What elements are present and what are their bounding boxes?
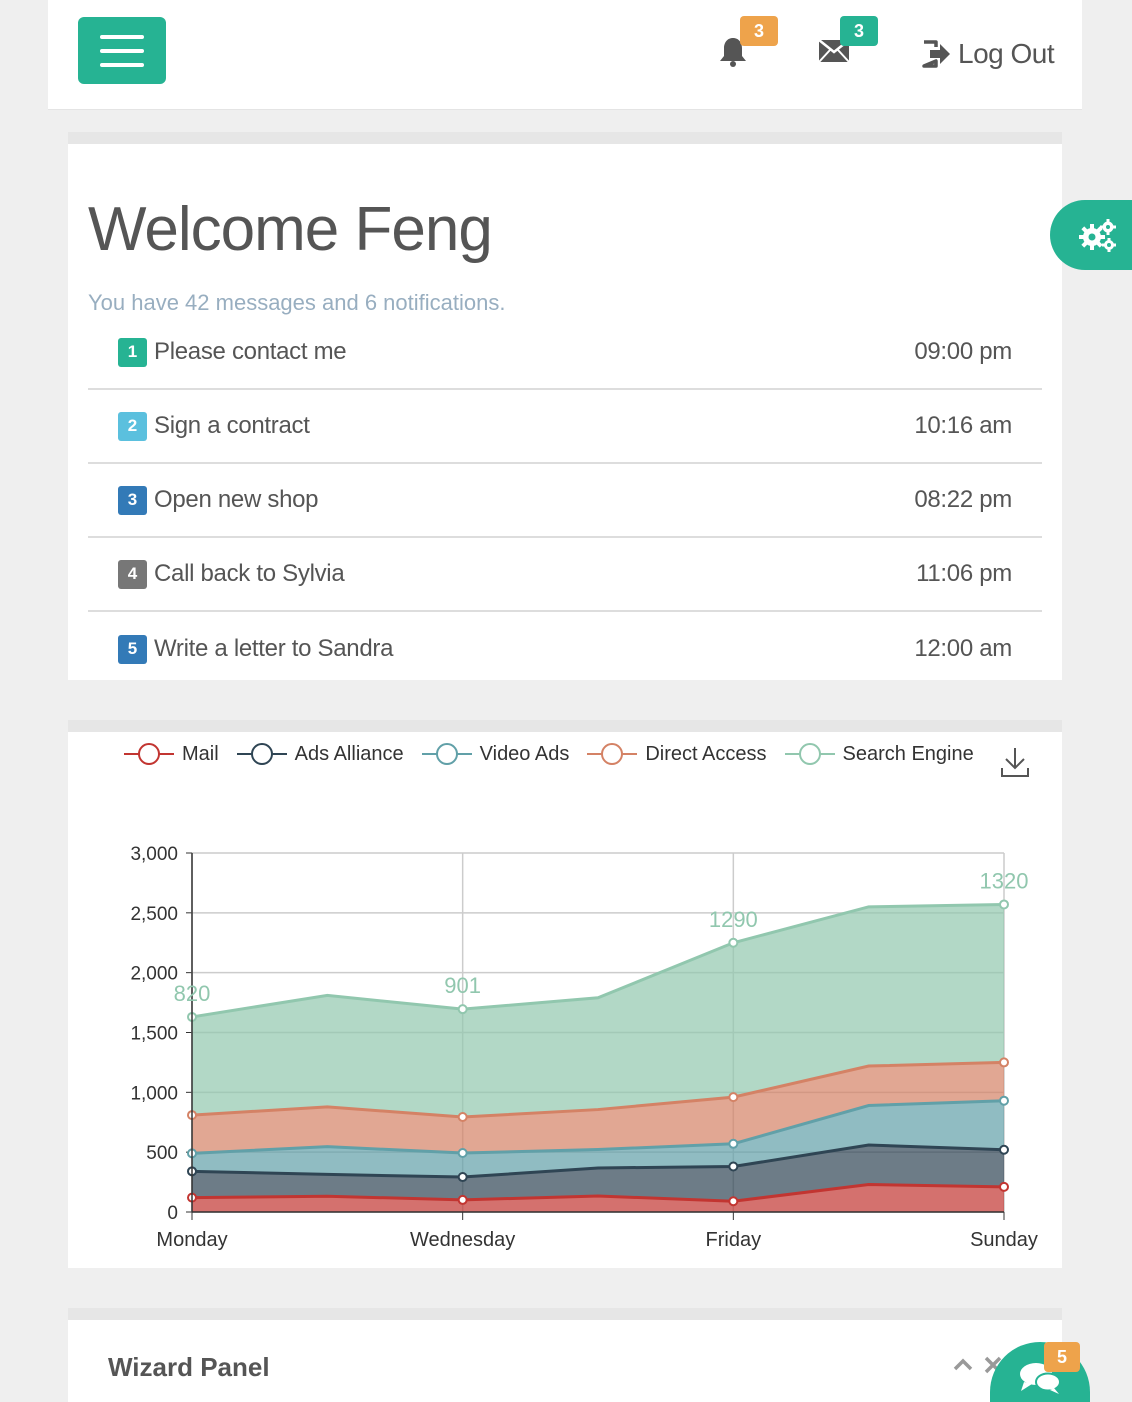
y-tick-label: 1,000 bbox=[130, 1083, 178, 1104]
logout-label: Log Out bbox=[958, 38, 1055, 69]
x-tick-label: Wednesday bbox=[410, 1229, 515, 1251]
task-text: Please contact me bbox=[154, 338, 347, 365]
y-tick-label: 3,000 bbox=[130, 844, 178, 865]
traffic-chart-panel: Mail Ads Alliance Video Ads Direct Acces… bbox=[68, 720, 1062, 1268]
task-item[interactable]: 4 Call back to Sylvia 11:06 pm bbox=[88, 538, 1042, 612]
sign-out-icon bbox=[922, 40, 950, 68]
y-tick-label: 0 bbox=[167, 1203, 178, 1224]
top-navbar: 3 3 Log Out bbox=[48, 0, 1082, 110]
data-point bbox=[999, 899, 1009, 910]
settings-toggle-button[interactable] bbox=[1050, 200, 1132, 270]
data-point bbox=[457, 1172, 468, 1183]
task-item[interactable]: 3 Open new shop 08:22 pm bbox=[88, 464, 1042, 538]
data-point bbox=[457, 1194, 468, 1205]
data-point bbox=[728, 1092, 739, 1103]
chat-badge: 5 bbox=[1044, 1342, 1080, 1372]
y-tick-label: 500 bbox=[146, 1143, 178, 1164]
task-list: 1 Please contact me 09:00 pm 2 Sign a co… bbox=[88, 316, 1042, 686]
messages-button[interactable]: 3 bbox=[818, 16, 878, 76]
data-point bbox=[999, 1095, 1009, 1106]
welcome-title: Welcome Feng bbox=[88, 195, 493, 264]
hamburger-line bbox=[100, 34, 144, 39]
data-point bbox=[457, 1004, 468, 1015]
y-tick-label: 2,500 bbox=[130, 904, 178, 925]
task-number-badge: 1 bbox=[118, 337, 147, 367]
data-point bbox=[728, 1138, 739, 1149]
logout-link[interactable]: Log Out bbox=[920, 38, 1055, 70]
task-time: 08:22 pm bbox=[914, 486, 1012, 513]
task-item[interactable]: 1 Please contact me 09:00 pm bbox=[88, 316, 1042, 390]
x-tick-label: Monday bbox=[156, 1229, 227, 1251]
task-item[interactable]: 5 Write a letter to Sandra 12:00 am bbox=[88, 612, 1042, 686]
welcome-summary: You have 42 messages and 6 notifications… bbox=[88, 290, 506, 315]
y-tick-label: 1,500 bbox=[130, 1024, 178, 1045]
welcome-panel: Welcome Feng You have 42 messages and 6 … bbox=[68, 132, 1062, 680]
data-point bbox=[728, 1196, 739, 1207]
task-text: Sign a contract bbox=[154, 412, 310, 439]
task-text: Call back to Sylvia bbox=[154, 560, 345, 587]
data-point bbox=[999, 1057, 1009, 1068]
stacked-area-chart: 0 500 1,000 1,500 2,000 2,500 3,000 Monday Wedne… bbox=[130, 844, 1038, 1251]
menu-toggle-button[interactable] bbox=[78, 17, 166, 84]
collapse-icon[interactable] bbox=[952, 1354, 974, 1376]
panel-title: Wizard Panel bbox=[108, 1352, 270, 1382]
notifications-badge: 3 bbox=[740, 16, 778, 46]
data-point bbox=[457, 1148, 468, 1159]
task-number-badge: 3 bbox=[118, 485, 147, 515]
x-tick-label: Friday bbox=[706, 1229, 762, 1251]
data-point bbox=[999, 1144, 1009, 1155]
task-time: 12:00 am bbox=[914, 635, 1012, 662]
data-label: 901 bbox=[444, 973, 481, 998]
task-text: Open new shop bbox=[154, 486, 319, 513]
messages-badge: 3 bbox=[840, 16, 878, 46]
task-time: 11:06 pm bbox=[916, 560, 1012, 587]
data-point bbox=[457, 1111, 468, 1122]
data-point bbox=[728, 937, 739, 948]
task-time: 10:16 am bbox=[914, 412, 1012, 439]
hamburger-line bbox=[100, 48, 144, 53]
data-label: 1290 bbox=[709, 907, 758, 932]
task-item[interactable]: 2 Sign a contract 10:16 am bbox=[88, 390, 1042, 464]
wizard-panel: Wizard Panel bbox=[68, 1308, 1062, 1402]
data-label: 820 bbox=[174, 981, 211, 1006]
gears-icon bbox=[1079, 219, 1116, 252]
y-tick-label: 2,000 bbox=[130, 964, 178, 985]
task-time: 09:00 pm bbox=[914, 338, 1012, 365]
data-point bbox=[999, 1181, 1009, 1192]
task-number-badge: 5 bbox=[118, 634, 147, 664]
task-number-badge: 4 bbox=[118, 559, 147, 589]
task-text: Write a letter to Sandra bbox=[154, 635, 394, 662]
hamburger-line bbox=[100, 62, 144, 67]
notifications-button[interactable]: 3 bbox=[718, 16, 778, 76]
data-point bbox=[728, 1161, 739, 1172]
task-number-badge: 2 bbox=[118, 411, 147, 441]
data-label: 1320 bbox=[980, 868, 1029, 893]
x-tick-label: Sunday bbox=[970, 1229, 1038, 1251]
